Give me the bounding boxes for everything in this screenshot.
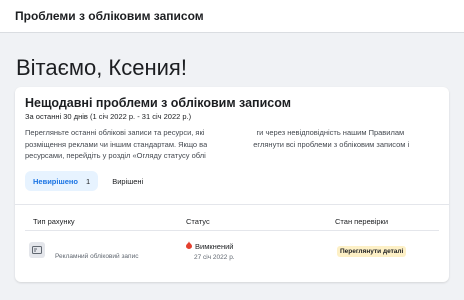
description-line-2a: розміщення реклами чи іншим стандартам. … bbox=[25, 139, 208, 149]
greeting-heading: Вітаємо, Ксения! bbox=[16, 55, 187, 80]
top-bar: Проблеми з обліковим записом bbox=[0, 0, 464, 33]
status-cell: Вимкнений 27 січ 2022 р. bbox=[186, 241, 235, 261]
redacted-region bbox=[207, 138, 254, 150]
column-header-account-type: Тип рахунку bbox=[33, 217, 75, 226]
description-line-1b: ги через невідповідність нашим Правилам bbox=[256, 128, 405, 137]
tab-unresolved[interactable]: Невирішено 1 bbox=[25, 171, 99, 191]
description-line-2b: еглянути всі проблеми з обліковим записо… bbox=[253, 139, 410, 149]
tab-resolved-label: Вирішені bbox=[112, 176, 144, 186]
description-line-3: ресурсами, перейдіть у розділ «Огляду ст… bbox=[25, 151, 206, 160]
column-header-review-state: Стан перевірки bbox=[335, 217, 389, 226]
ad-account-icon bbox=[29, 242, 45, 258]
status-label: Вимкнений bbox=[195, 241, 234, 251]
status-tabs: Невирішено 1 Вирішені bbox=[25, 171, 151, 191]
redacted-region bbox=[204, 127, 257, 139]
account-type-label: Рекламний обліковий запис bbox=[55, 253, 139, 260]
view-details-button[interactable]: Переглянути деталі bbox=[337, 246, 407, 257]
card-title: Нещодавні проблеми з обліковим записом bbox=[25, 96, 291, 110]
tab-unresolved-label: Невирішено bbox=[33, 176, 79, 186]
tab-unresolved-count: 1 bbox=[86, 176, 91, 186]
card-description: Перегляньте останні облікові записи та р… bbox=[25, 127, 437, 162]
header-divider bbox=[25, 230, 439, 231]
disabled-status-icon bbox=[186, 241, 192, 251]
date-range: За останні 30 днів (1 січ 2022 р. - 31 с… bbox=[25, 112, 192, 121]
column-header-status: Статус bbox=[186, 217, 210, 226]
description-line-1a: Перегляньте останні облікові записи та р… bbox=[25, 128, 205, 137]
section-divider bbox=[15, 204, 449, 205]
status-date: 27 січ 2022 р. bbox=[194, 254, 235, 261]
recent-issues-card: Нещодавні проблеми з обліковим записом З… bbox=[15, 87, 449, 282]
tab-resolved[interactable]: Вирішені bbox=[104, 171, 151, 191]
page-header-title: Проблеми з обліковим записом bbox=[15, 9, 204, 23]
